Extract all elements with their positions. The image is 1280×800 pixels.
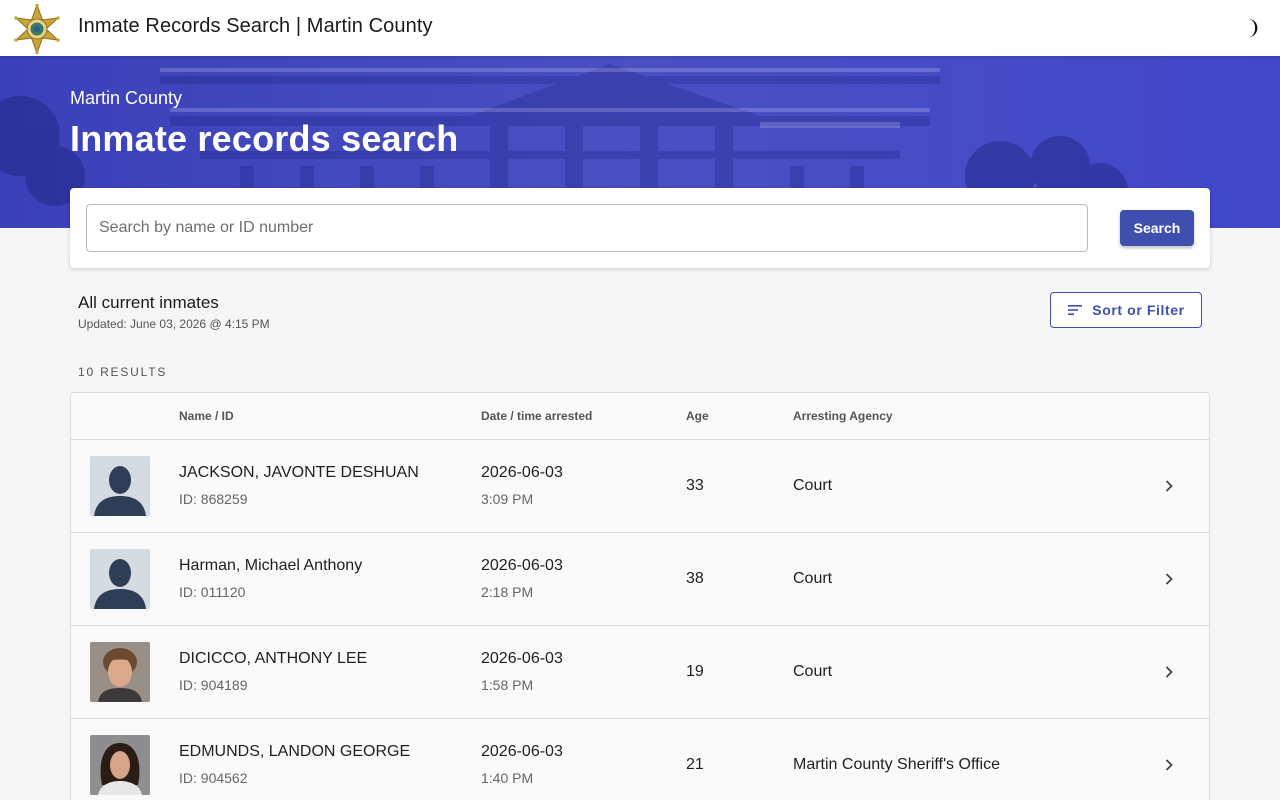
chevron-right-icon bbox=[1165, 480, 1173, 492]
arresting-agency: Martin County Sheriff's Office bbox=[793, 756, 1000, 773]
arrest-date: 2026-06-03 bbox=[481, 650, 563, 667]
inmate-name: DICICCO, ANTHONY LEE bbox=[179, 650, 368, 667]
column-header-name: Name / ID bbox=[179, 409, 234, 423]
moon-icon[interactable] bbox=[1240, 17, 1262, 39]
inmate-age: 21 bbox=[686, 756, 704, 773]
arrest-date: 2026-06-03 bbox=[481, 743, 563, 760]
chevron-right-icon bbox=[1165, 759, 1173, 771]
table-row[interactable]: Harman, Michael Anthony ID: 011120 2026-… bbox=[71, 533, 1209, 626]
arrest-time: 1:40 PM bbox=[481, 770, 534, 786]
arrest-time: 1:58 PM bbox=[481, 677, 534, 693]
chevron-right-icon bbox=[1165, 573, 1173, 585]
inmate-age: 19 bbox=[686, 663, 704, 680]
inmate-age: 38 bbox=[686, 570, 704, 587]
arrest-date: 2026-06-03 bbox=[481, 464, 563, 481]
arrest-date: 2026-06-03 bbox=[481, 557, 563, 574]
list-title: All current inmates bbox=[78, 293, 219, 312]
arresting-agency: Court bbox=[793, 663, 833, 680]
chevron-right-icon bbox=[1165, 666, 1173, 678]
search-input[interactable] bbox=[86, 204, 1088, 252]
table-row[interactable]: DICICCO, ANTHONY LEE ID: 904189 2026-06-… bbox=[71, 626, 1209, 719]
app-bar: Inmate Records Search | Martin County bbox=[0, 0, 1280, 56]
hero-subtitle: Martin County bbox=[70, 88, 183, 108]
arresting-agency: Court bbox=[793, 477, 833, 494]
column-header-date: Date / time arrested bbox=[481, 409, 593, 423]
column-header-age: Age bbox=[686, 409, 709, 423]
column-header-agency: Arresting Agency bbox=[793, 409, 893, 423]
arresting-agency: Court bbox=[793, 570, 833, 587]
updated-timestamp: Updated: June 03, 2026 @ 4:15 PM bbox=[78, 317, 270, 331]
inmate-name: EDMUNDS, LANDON GEORGE bbox=[179, 743, 411, 760]
silhouette-avatar bbox=[90, 549, 150, 609]
table-row[interactable]: JACKSON, JAVONTE DESHUAN ID: 868259 2026… bbox=[71, 440, 1209, 533]
mugshot-photo bbox=[90, 642, 150, 702]
search-card: Search bbox=[70, 188, 1210, 268]
arrest-time: 3:09 PM bbox=[481, 491, 534, 507]
mugshot-photo bbox=[90, 735, 150, 795]
table-row[interactable]: EDMUNDS, LANDON GEORGE ID: 904562 2026-0… bbox=[71, 719, 1209, 800]
app-title: Inmate Records Search | Martin County bbox=[78, 15, 433, 37]
table-header: Name / ID Date / time arrested Age Arres… bbox=[71, 393, 1209, 440]
search-button[interactable]: Search bbox=[1120, 210, 1194, 246]
inmate-age: 33 bbox=[686, 477, 704, 494]
arrest-time: 2:18 PM bbox=[481, 584, 534, 600]
silhouette-avatar bbox=[90, 456, 150, 516]
inmate-id: ID: 011120 bbox=[179, 584, 246, 600]
sort-filter-label: Sort or Filter bbox=[1092, 302, 1185, 318]
sheriff-badge-logo[interactable] bbox=[12, 4, 62, 54]
inmate-name: Harman, Michael Anthony bbox=[179, 557, 363, 574]
filter-list-icon bbox=[1068, 305, 1083, 315]
inmate-id: ID: 904189 bbox=[179, 677, 248, 693]
sort-filter-button[interactable]: Sort or Filter bbox=[1050, 292, 1202, 328]
inmate-id: ID: 904562 bbox=[179, 770, 248, 786]
inmate-id: ID: 868259 bbox=[179, 491, 248, 507]
inmate-name: JACKSON, JAVONTE DESHUAN bbox=[179, 464, 419, 481]
inmates-table: Name / ID Date / time arrested Age Arres… bbox=[70, 392, 1210, 800]
page-title: Inmate records search bbox=[70, 118, 459, 159]
results-count: 10 RESULTS bbox=[78, 365, 168, 379]
